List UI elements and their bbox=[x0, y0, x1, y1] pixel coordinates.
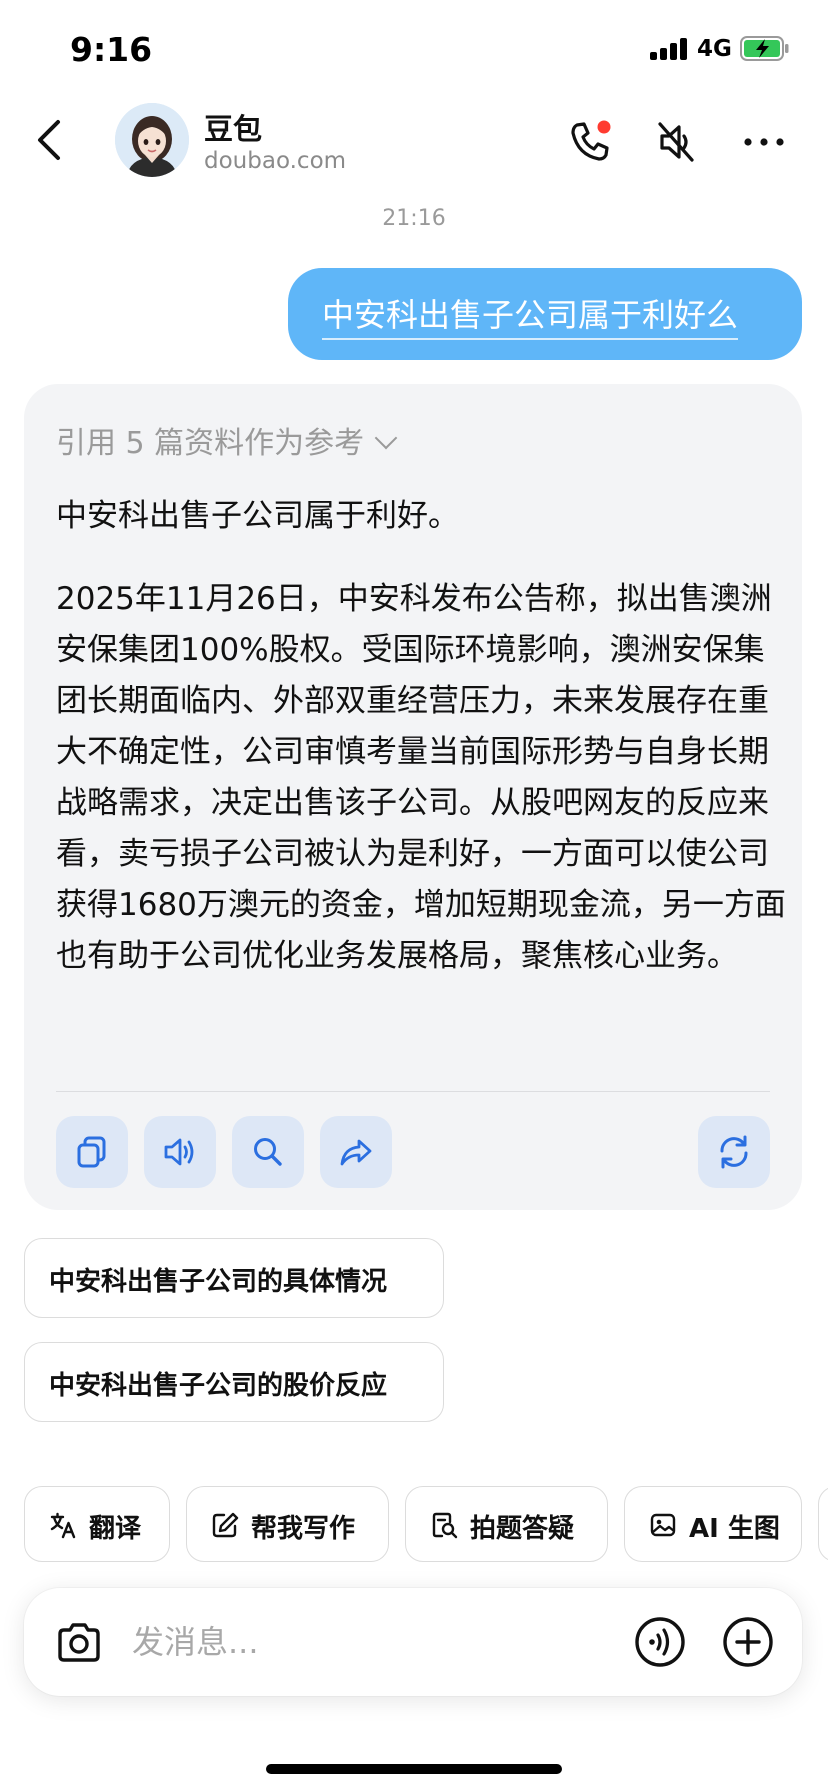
answer-body: 2025年11月26日，中安科发布公告称，拟出售澳洲安保集团100%股权。受国际… bbox=[56, 581, 786, 974]
regenerate-button[interactable] bbox=[698, 1116, 770, 1188]
home-indicator bbox=[266, 1764, 562, 1774]
suggestion-chip[interactable]: 中安科出售子公司的股价反应 bbox=[24, 1342, 444, 1422]
bot-domain: doubao.com bbox=[204, 148, 347, 174]
chat-header: 豆包 doubao.com bbox=[0, 100, 828, 200]
regenerate-icon bbox=[720, 1135, 748, 1169]
references-toggle[interactable]: 引用 5 篇资料作为参考 bbox=[56, 418, 398, 462]
search-icon bbox=[254, 1138, 282, 1166]
copy-icon bbox=[77, 1136, 106, 1168]
phone-call-icon[interactable] bbox=[566, 118, 614, 166]
tool-chip-label: 帮我写作 bbox=[251, 1514, 356, 1544]
message-timestamp: 21:16 bbox=[382, 206, 446, 231]
speaker-muted-icon[interactable] bbox=[652, 118, 700, 166]
answer-card: 引用 5 篇资料作为参考 中安科出售子公司属于利好。 2025年11月26日，中… bbox=[24, 384, 802, 1210]
message-input[interactable] bbox=[132, 1616, 532, 1668]
plus-icon[interactable] bbox=[722, 1616, 774, 1668]
suggestion-chip[interactable]: 中安科出售子公司的具体情况 bbox=[24, 1238, 444, 1318]
more-icon[interactable] bbox=[740, 118, 788, 166]
copy-button[interactable] bbox=[56, 1116, 128, 1188]
tool-chip-label: 翻译 bbox=[89, 1514, 142, 1544]
status-bar: 9:16 4G bbox=[0, 0, 828, 100]
translate-icon bbox=[50, 1512, 76, 1539]
share-icon bbox=[340, 1139, 372, 1166]
share-button[interactable] bbox=[320, 1116, 392, 1188]
tool-chip-more[interactable] bbox=[818, 1486, 828, 1562]
tool-chip-translate[interactable]: 翻译 bbox=[24, 1486, 170, 1562]
document-search-icon bbox=[432, 1512, 458, 1539]
search-button[interactable] bbox=[232, 1116, 304, 1188]
edit-icon bbox=[212, 1512, 239, 1538]
tool-chip-writing[interactable]: 帮我写作 bbox=[186, 1486, 389, 1562]
user-message-bubble[interactable]: 中安科出售子公司属于利好么 bbox=[288, 268, 802, 360]
read-aloud-button[interactable] bbox=[144, 1116, 216, 1188]
suggestion-label: 中安科出售子公司的具体情况 bbox=[49, 1267, 388, 1297]
tool-chip-ai-image[interactable]: AI 生图 bbox=[624, 1486, 802, 1562]
status-time: 9:16 bbox=[70, 30, 153, 69]
user-message-text: 中安科出售子公司属于利好么 bbox=[322, 290, 739, 340]
network-type: 4G bbox=[697, 36, 732, 62]
answer-lead: 中安科出售子公司属于利好。 bbox=[56, 498, 459, 534]
image-icon bbox=[650, 1513, 676, 1537]
back-icon[interactable] bbox=[28, 115, 72, 165]
camera-icon[interactable] bbox=[54, 1618, 104, 1668]
tool-chip-photo-qa[interactable]: 拍题答疑 bbox=[405, 1486, 608, 1562]
battery-charging-icon bbox=[740, 36, 789, 61]
tool-chip-label: 拍题答疑 bbox=[470, 1514, 575, 1544]
voice-call-icon[interactable] bbox=[634, 1616, 686, 1668]
tool-chip-label: AI 生图 bbox=[689, 1514, 780, 1544]
tool-chip-row: 翻译 帮我写作 拍题答疑 AI 生图 bbox=[0, 1486, 828, 1562]
references-label: 引用 5 篇资料作为参考 bbox=[56, 426, 365, 461]
signal-icon bbox=[650, 38, 690, 60]
divider bbox=[56, 1091, 770, 1092]
speaker-icon bbox=[164, 1138, 194, 1166]
bot-name: 豆包 bbox=[204, 112, 263, 146]
message-input-bar bbox=[24, 1588, 802, 1696]
avatar[interactable] bbox=[115, 103, 189, 177]
chevron-down-icon bbox=[374, 426, 398, 450]
suggestion-label: 中安科出售子公司的股价反应 bbox=[49, 1371, 388, 1401]
